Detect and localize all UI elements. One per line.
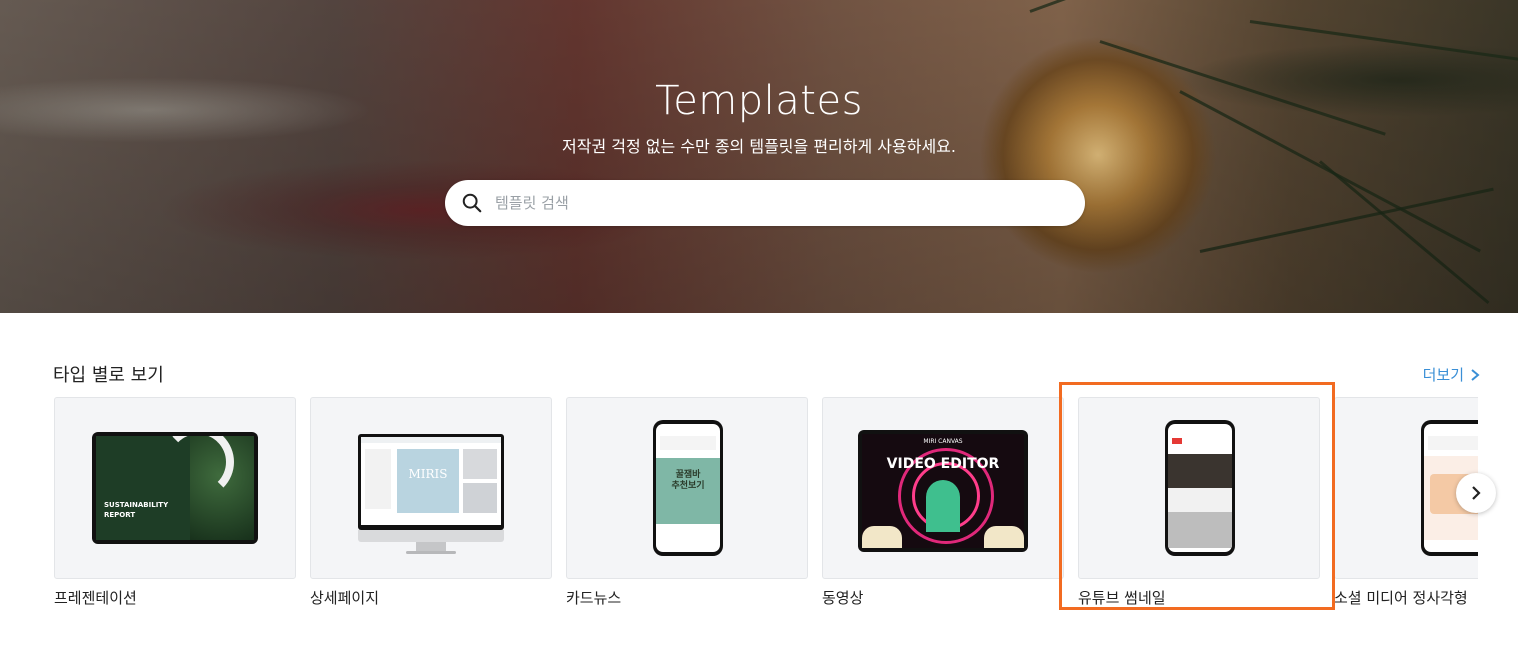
card-thumbnail[interactable]: 꿀잼바 추천보기 [566,397,808,579]
more-link[interactable]: 더보기 [1423,364,1480,385]
thumb-text: 추천보기 [671,481,705,491]
selection-highlight [1059,382,1335,610]
section-title: 타입 별로 보기 [53,365,164,386]
card-thumbnail[interactable]: MIRIS [310,397,552,579]
thumb-text: MIRI CANVAS [923,438,963,445]
template-card-detail-page[interactable]: MIRIS 상세페이지 [310,397,552,608]
tablet-mockup: MIRI CANVAS VIDEO EDITOR [858,430,1028,552]
search-input[interactable] [493,193,1037,213]
chevron-right-icon[interactable] [1470,368,1480,382]
card-thumbnail[interactable]: MIRI CANVAS VIDEO EDITOR [822,397,1064,579]
page-subtitle: 저작권 걱정 없는 수만 종의 템플릿을 편리하게 사용하세요. [562,137,956,156]
more-label[interactable]: 더보기 [1423,364,1464,385]
card-label[interactable]: 동영상 [822,587,1064,608]
monitor-mockup: MIRIS [358,434,504,530]
card-label[interactable]: 카드뉴스 [566,587,808,608]
card-label[interactable]: 상세페이지 [310,587,552,608]
thumb-text: SUSTAINABILITY [104,501,169,509]
search-icon[interactable] [461,192,483,214]
thumb-text: 꿀잼바 [675,470,701,480]
template-card-social-square[interactable]: 소셜 미디어 정사각형 [1334,397,1478,608]
thumb-text: VIDEO EDITOR [886,456,1000,472]
template-card-presentation[interactable]: SUSTAINABILITY REPORT 프레젠테이션 [54,397,296,608]
template-card-video[interactable]: MIRI CANVAS VIDEO EDITOR 동영상 [822,397,1064,608]
card-label[interactable]: 소셜 미디어 정사각형 [1334,587,1478,608]
carousel-next-button[interactable] [1456,473,1496,513]
chevron-right-icon[interactable] [1470,485,1482,501]
card-label[interactable]: 프레젠테이션 [54,587,296,608]
page-title: Templates [655,78,863,124]
card-thumbnail[interactable]: SUSTAINABILITY REPORT [54,397,296,579]
thumb-text: REPORT [104,511,136,519]
phone-mockup: 꿀잼바 추천보기 [653,420,723,556]
template-card-card-news[interactable]: 꿀잼바 추천보기 카드뉴스 [566,397,808,608]
search-bar[interactable] [445,180,1085,226]
thumb-text: MIRIS [408,467,448,481]
tablet-mockup: SUSTAINABILITY REPORT [92,432,258,544]
